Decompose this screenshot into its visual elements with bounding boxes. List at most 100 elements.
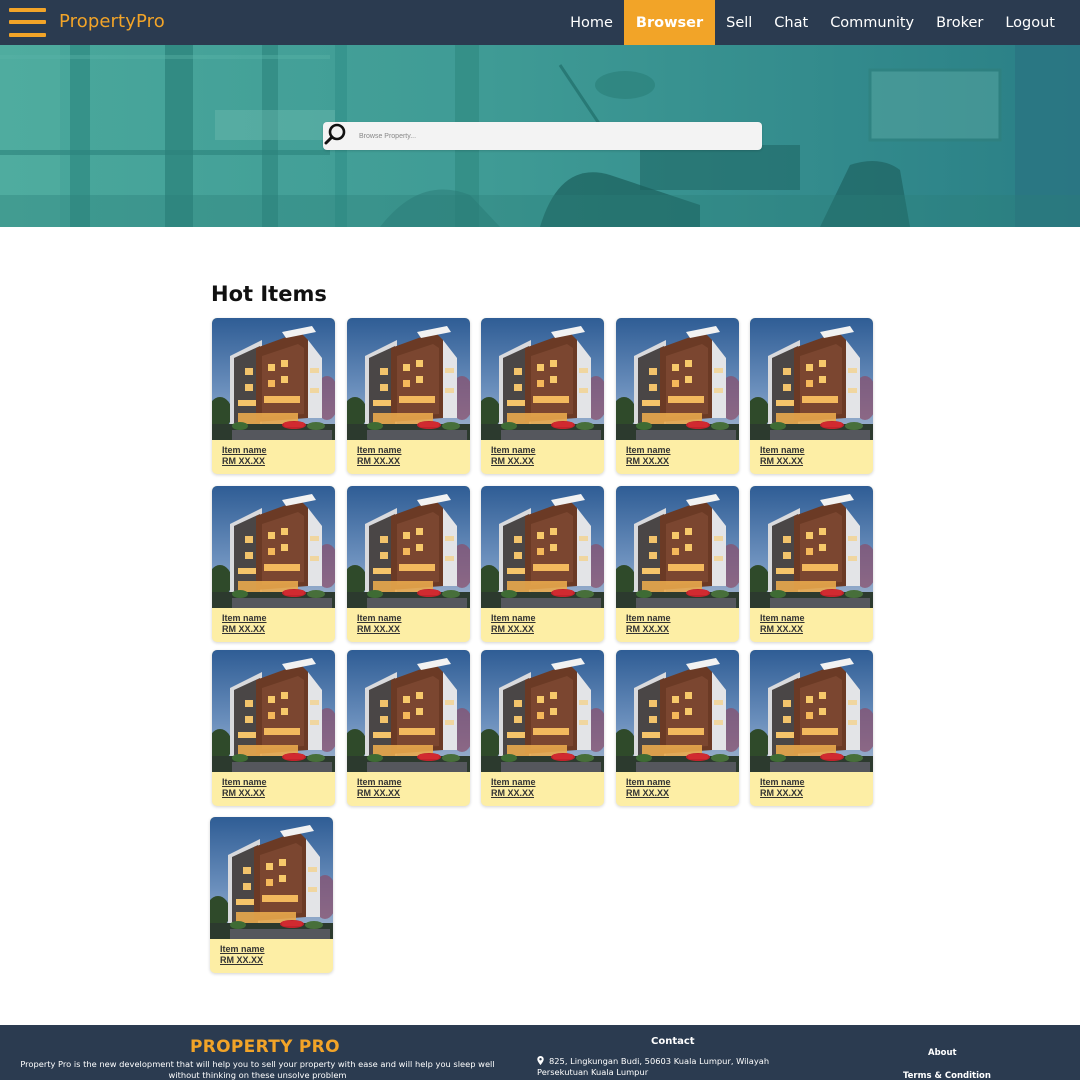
location-pin-icon xyxy=(537,1056,544,1065)
property-card[interactable]: Item name RM XX.XX xyxy=(481,486,604,642)
property-caption: Item name RM XX.XX xyxy=(357,613,402,635)
property-thumbnail[interactable] xyxy=(347,486,470,608)
property-caption: Item name RM XX.XX xyxy=(491,777,536,799)
property-thumbnail[interactable] xyxy=(212,486,335,608)
property-thumbnail[interactable] xyxy=(750,318,873,440)
property-price[interactable]: RM XX.XX xyxy=(760,624,805,635)
footer-about-link[interactable]: About xyxy=(928,1048,957,1058)
property-thumbnail[interactable] xyxy=(212,318,335,440)
top-navbar: PropertyPro Home Browser Sell Chat Commu… xyxy=(0,0,1080,45)
property-thumbnail[interactable] xyxy=(481,650,604,772)
footer-address-text: 825, Lingkungan Budi, 50603 Kuala Lumpur… xyxy=(537,1056,770,1077)
property-card[interactable]: Item name RM XX.XX xyxy=(616,650,739,806)
nav-community[interactable]: Community xyxy=(819,0,925,45)
property-thumbnail[interactable] xyxy=(750,486,873,608)
property-card[interactable]: Item name RM XX.XX xyxy=(212,318,335,474)
property-thumbnail[interactable] xyxy=(481,318,604,440)
property-thumbnail[interactable] xyxy=(750,650,873,772)
property-card[interactable]: Item name RM XX.XX xyxy=(347,650,470,806)
property-price[interactable]: RM XX.XX xyxy=(220,955,265,966)
property-price[interactable]: RM XX.XX xyxy=(626,456,671,467)
property-name[interactable]: Item name xyxy=(626,445,671,456)
property-caption: Item name RM XX.XX xyxy=(222,445,267,467)
property-thumbnail[interactable] xyxy=(347,318,470,440)
property-price[interactable]: RM XX.XX xyxy=(626,788,671,799)
nav-chat[interactable]: Chat xyxy=(763,0,819,45)
property-caption: Item name RM XX.XX xyxy=(222,777,267,799)
property-name[interactable]: Item name xyxy=(357,613,402,624)
property-name[interactable]: Item name xyxy=(760,613,805,624)
property-name[interactable]: Item name xyxy=(626,613,671,624)
property-card[interactable]: Item name RM XX.XX xyxy=(616,486,739,642)
hamburger-menu-icon[interactable] xyxy=(9,8,46,37)
property-name[interactable]: Item name xyxy=(222,445,267,456)
property-price[interactable]: RM XX.XX xyxy=(222,788,267,799)
property-card[interactable]: Item name RM XX.XX xyxy=(212,486,335,642)
property-name[interactable]: Item name xyxy=(357,777,402,788)
property-card[interactable]: Item name RM XX.XX xyxy=(481,650,604,806)
footer-terms-link[interactable]: Terms & Condition xyxy=(903,1071,991,1080)
property-thumbnail[interactable] xyxy=(212,650,335,772)
search-bar xyxy=(323,122,762,150)
hot-items-title: Hot Items xyxy=(211,282,327,306)
property-name[interactable]: Item name xyxy=(357,445,402,456)
property-card[interactable]: Item name RM XX.XX xyxy=(347,318,470,474)
property-price[interactable]: RM XX.XX xyxy=(222,456,267,467)
search-input[interactable] xyxy=(359,122,754,150)
footer-description: Property Pro is the new development that… xyxy=(20,1059,495,1080)
brand-logo[interactable]: PropertyPro xyxy=(59,11,165,32)
property-price[interactable]: RM XX.XX xyxy=(357,624,402,635)
property-name[interactable]: Item name xyxy=(220,944,265,955)
property-name[interactable]: Item name xyxy=(491,613,536,624)
property-name[interactable]: Item name xyxy=(222,613,267,624)
property-name[interactable]: Item name xyxy=(222,777,267,788)
search-icon[interactable] xyxy=(323,122,347,146)
property-price[interactable]: RM XX.XX xyxy=(760,788,805,799)
property-caption: Item name RM XX.XX xyxy=(760,777,805,799)
property-caption: Item name RM XX.XX xyxy=(626,445,671,467)
nav-browser[interactable]: Browser xyxy=(623,0,716,45)
property-card[interactable]: Item name RM XX.XX xyxy=(481,318,604,474)
property-thumbnail[interactable] xyxy=(616,318,739,440)
property-thumbnail[interactable] xyxy=(616,650,739,772)
property-thumbnail[interactable] xyxy=(616,486,739,608)
property-price[interactable]: RM XX.XX xyxy=(491,624,536,635)
nav-home[interactable]: Home xyxy=(559,0,624,45)
nav-broker[interactable]: Broker xyxy=(925,0,994,45)
property-caption: Item name RM XX.XX xyxy=(357,777,402,799)
property-caption: Item name RM XX.XX xyxy=(357,445,402,467)
property-name[interactable]: Item name xyxy=(626,777,671,788)
property-price[interactable]: RM XX.XX xyxy=(491,456,536,467)
footer-address: 825, Lingkungan Budi, 50603 Kuala Lumpur… xyxy=(537,1056,782,1078)
property-name[interactable]: Item name xyxy=(760,445,805,456)
property-name[interactable]: Item name xyxy=(491,777,536,788)
property-card[interactable]: Item name RM XX.XX xyxy=(750,650,873,806)
property-price[interactable]: RM XX.XX xyxy=(760,456,805,467)
property-caption: Item name RM XX.XX xyxy=(626,777,671,799)
property-name[interactable]: Item name xyxy=(491,445,536,456)
property-price[interactable]: RM XX.XX xyxy=(357,456,402,467)
property-thumbnail[interactable] xyxy=(210,817,333,939)
property-card[interactable]: Item name RM XX.XX xyxy=(212,650,335,806)
property-card[interactable]: Item name RM XX.XX xyxy=(750,318,873,474)
property-price[interactable]: RM XX.XX xyxy=(491,788,536,799)
property-thumbnail[interactable] xyxy=(347,650,470,772)
property-caption: Item name RM XX.XX xyxy=(222,613,267,635)
property-card[interactable]: Item name RM XX.XX xyxy=(750,486,873,642)
property-price[interactable]: RM XX.XX xyxy=(222,624,267,635)
nav-sell[interactable]: Sell xyxy=(715,0,763,45)
property-caption: Item name RM XX.XX xyxy=(491,445,536,467)
property-price[interactable]: RM XX.XX xyxy=(357,788,402,799)
property-card[interactable]: Item name RM XX.XX xyxy=(347,486,470,642)
footer: PROPERTY PRO Property Pro is the new dev… xyxy=(0,1025,1080,1080)
property-caption: Item name RM XX.XX xyxy=(491,613,536,635)
property-caption: Item name RM XX.XX xyxy=(220,944,265,966)
nav-logout[interactable]: Logout xyxy=(994,0,1080,45)
property-card[interactable]: Item name RM XX.XX xyxy=(616,318,739,474)
property-card[interactable]: Item name RM XX.XX xyxy=(210,817,333,973)
property-thumbnail[interactable] xyxy=(481,486,604,608)
footer-title: PROPERTY PRO xyxy=(190,1037,340,1057)
property-price[interactable]: RM XX.XX xyxy=(626,624,671,635)
property-name[interactable]: Item name xyxy=(760,777,805,788)
nav-links: Home Browser Sell Chat Community Broker … xyxy=(559,0,1080,45)
